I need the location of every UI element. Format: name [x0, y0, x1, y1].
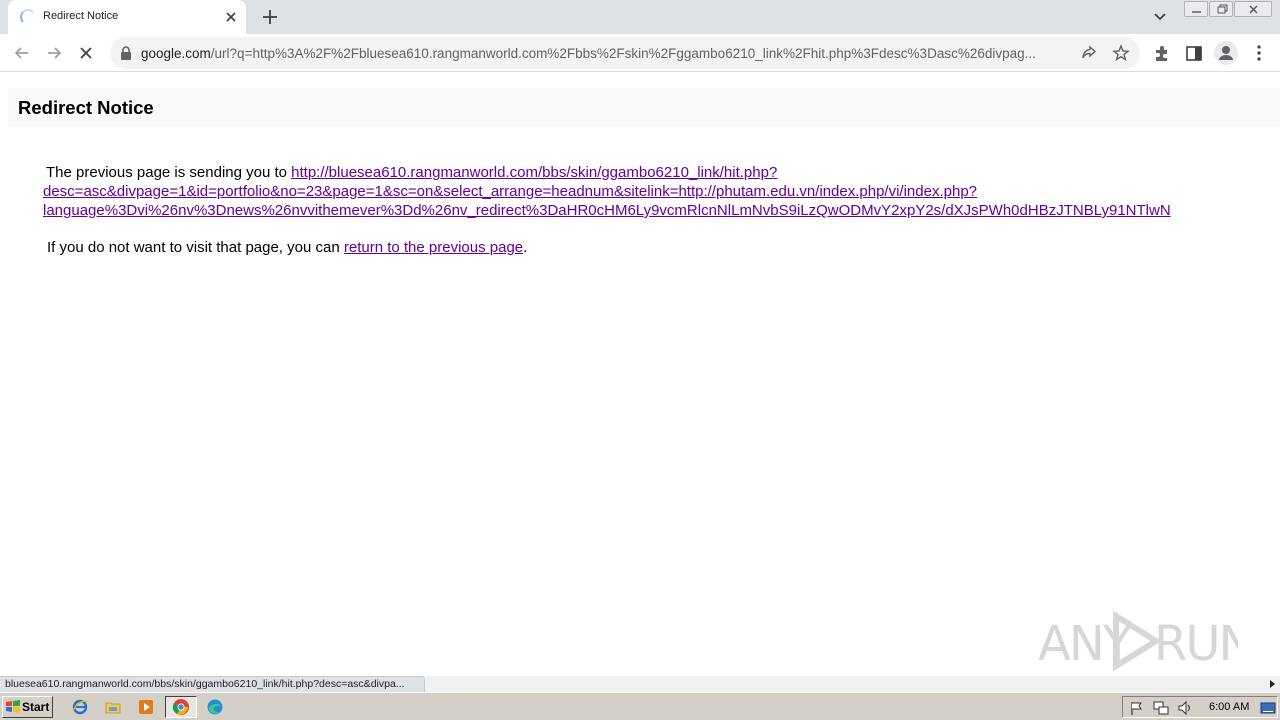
forward-arrow-icon[interactable] [43, 42, 65, 64]
url-text: google.com/url?q=http%3A%2F%2Fbluesea610… [141, 46, 1076, 61]
watermark-text-right: RUN [1154, 616, 1238, 672]
action-center-flag-icon[interactable] [1129, 700, 1145, 716]
chrome-icon [172, 699, 189, 715]
redirect-header: Redirect Notice [8, 88, 1280, 126]
url-host: google.com [141, 46, 211, 61]
stop-loading-icon[interactable] [75, 42, 97, 64]
network-icon[interactable] [1153, 700, 1169, 716]
person-icon [1219, 46, 1233, 60]
lock-icon[interactable] [119, 45, 133, 61]
share-icon[interactable] [1080, 44, 1098, 62]
side-panel-icon[interactable] [1183, 42, 1205, 64]
edge-icon[interactable] [206, 698, 224, 716]
anyrun-watermark-logo: ANY RUN [1038, 610, 1238, 672]
destination-link-line-2[interactable]: desc=asc&divpage=1&id=portfolio&no=23&pa… [43, 183, 977, 200]
cancel-message-prefix: If you do not want to visit that page, y… [47, 239, 344, 256]
show-desktop-icon[interactable] [1260, 700, 1276, 716]
tab-strip: Redirect Notice [0, 0, 1280, 34]
windows-taskbar: Start 6:00 AM [0, 692, 1280, 720]
system-tray: 6:00 AM [1122, 696, 1278, 718]
chrome-taskbar-button[interactable] [165, 696, 197, 718]
clock[interactable]: 6:00 AM [1209, 701, 1249, 713]
cancel-message-suffix: . [523, 239, 528, 256]
status-bubble: bluesea610.rangmanworld.com/bbs/skin/gga… [0, 676, 425, 692]
destination-link-line-1[interactable]: http://bluesea610.rangmanworld.com/bbs/s… [291, 164, 777, 181]
destination-link-line-3[interactable]: language%3Dvi%26nv%3Dnews%26nvvithemever… [43, 202, 1171, 219]
folder-icon[interactable] [104, 698, 122, 716]
bookmark-star-icon[interactable] [1112, 44, 1130, 62]
restore-button[interactable] [1209, 1, 1233, 17]
internet-explorer-icon[interactable] [71, 698, 89, 716]
tab-redirect-notice[interactable]: Redirect Notice [8, 0, 246, 34]
cancel-message: If you do not want to visit that page, y… [47, 239, 527, 256]
tab-title: Redirect Notice [43, 10, 119, 22]
new-tab-icon[interactable] [258, 6, 282, 28]
scroll-right-arrow-icon[interactable] [1266, 678, 1278, 690]
volume-icon[interactable] [1177, 700, 1193, 716]
redirect-message-prefix: The previous page is sending you to [46, 164, 292, 181]
status-bar: bluesea610.rangmanworld.com/bbs/skin/gga… [0, 676, 1280, 692]
status-url-text: bluesea610.rangmanworld.com/bbs/skin/gga… [5, 678, 405, 690]
loading-spinner-icon [20, 9, 36, 25]
start-label: Start [22, 700, 50, 714]
address-bar[interactable]: google.com/url?q=http%3A%2F%2Fbluesea610… [110, 37, 1140, 69]
extensions-puzzle-icon[interactable] [1151, 42, 1173, 64]
url-path: /url?q=http%3A%2F%2Fbluesea610.rangmanwo… [210, 46, 1036, 61]
profile-avatar[interactable] [1214, 41, 1238, 65]
kebab-menu-icon[interactable] [1248, 42, 1270, 64]
redirect-message: The previous page is sending you to http… [43, 163, 1280, 220]
start-button[interactable]: Start [2, 696, 53, 718]
browser-toolbar: google.com/url?q=http%3A%2F%2Fbluesea610… [0, 34, 1280, 72]
chevron-down-icon[interactable] [1150, 8, 1170, 26]
page-title: Redirect Notice [18, 97, 154, 118]
page-content: Redirect Notice The previous page is sen… [0, 72, 1280, 676]
back-arrow-icon[interactable] [11, 42, 33, 64]
windows-logo-icon [6, 700, 20, 713]
close-window-button[interactable] [1234, 1, 1272, 17]
close-tab-icon[interactable] [222, 8, 240, 26]
return-previous-page-link[interactable]: return to the previous page [344, 239, 523, 256]
media-player-icon[interactable] [137, 698, 155, 716]
minimize-button[interactable] [1184, 1, 1208, 17]
